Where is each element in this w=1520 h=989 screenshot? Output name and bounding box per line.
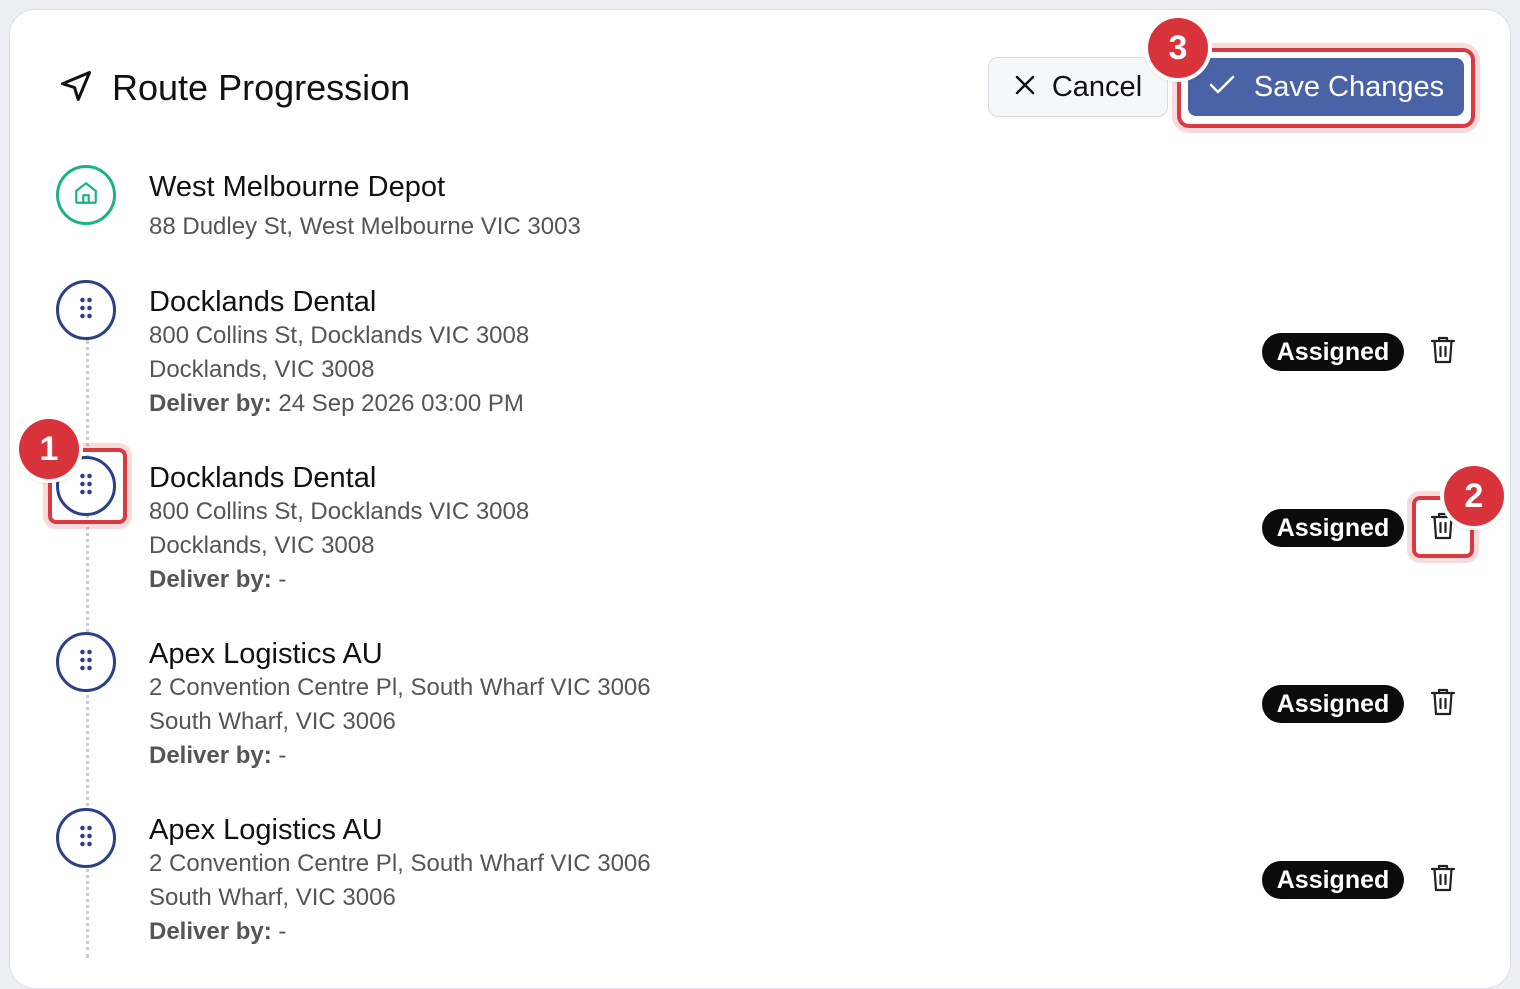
deliver-by-value: - xyxy=(271,566,287,593)
stop-address: 2 Convention Centre Pl, South Wharf VIC … xyxy=(149,674,651,701)
drag-dots-icon xyxy=(79,648,93,677)
stop-deliver-by: Deliver by: 24 Sep 2026 03:00 PM xyxy=(149,387,529,421)
stop-locality: Docklands, VIC 3008 xyxy=(149,532,375,559)
stop-address: 800 Collins St, Docklands VIC 3008 xyxy=(149,498,530,525)
stop-address: 800 Collins St, Docklands VIC 3008 xyxy=(149,322,530,349)
annotation-marker-3: 3 xyxy=(1148,18,1208,78)
drag-dots-icon xyxy=(79,472,93,501)
depot-name: West Melbourne Depot xyxy=(149,171,446,203)
deliver-by-label: Deliver by: xyxy=(149,742,272,769)
drag-handle[interactable] xyxy=(56,280,116,340)
deliver-by-value: 24 Sep 2026 03:00 PM xyxy=(271,390,524,417)
page-title: Route Progression xyxy=(112,67,411,108)
delete-stop-button[interactable] xyxy=(1428,687,1458,721)
annotation-marker-1: 1 xyxy=(19,419,79,479)
home-icon xyxy=(73,180,99,211)
stop-name: Apex Logistics AU xyxy=(149,638,383,670)
stop-locality: South Wharf, VIC 3006 xyxy=(149,884,396,911)
delete-stop-button[interactable] xyxy=(1428,863,1458,897)
status-badge: Assigned xyxy=(1262,861,1404,899)
close-icon xyxy=(1014,71,1036,104)
stop-info: Docklands Dental 800 Collins St, Docklan… xyxy=(149,461,529,597)
trash-icon xyxy=(1430,687,1456,722)
stop-name: Apex Logistics AU xyxy=(149,814,383,846)
status-badge: Assigned xyxy=(1262,333,1404,371)
deliver-by-label: Deliver by: xyxy=(149,918,272,945)
deliver-by-label: Deliver by: xyxy=(149,390,272,417)
stop-info: Docklands Dental 800 Collins St, Docklan… xyxy=(149,285,529,421)
deliver-by-value: - xyxy=(271,918,287,945)
depot-icon-circle xyxy=(56,165,116,225)
stop-deliver-by: Deliver by: - xyxy=(149,915,651,949)
navigation-arrow-icon xyxy=(58,68,94,109)
stop-info: Apex Logistics AU 2 Convention Centre Pl… xyxy=(149,813,651,949)
stop-locality: South Wharf, VIC 3006 xyxy=(149,708,396,735)
drag-dots-icon xyxy=(79,296,93,325)
stop-locality: Docklands, VIC 3008 xyxy=(149,356,375,383)
stop-name: Docklands Dental xyxy=(149,462,377,494)
cancel-button-label: Cancel xyxy=(1051,70,1143,103)
save-button-label: Save Changes xyxy=(1253,70,1445,103)
drag-handle[interactable] xyxy=(56,808,116,868)
annotation-marker-2: 2 xyxy=(1444,466,1504,526)
cancel-button[interactable]: Cancel xyxy=(988,57,1168,117)
trash-icon xyxy=(1430,863,1456,898)
stop-address: 2 Convention Centre Pl, South Wharf VIC … xyxy=(149,850,651,877)
depot-info: West Melbourne Depot 88 Dudley St, West … xyxy=(149,170,581,244)
deliver-by-label: Deliver by: xyxy=(149,566,272,593)
check-icon xyxy=(1208,71,1236,104)
drag-handle[interactable] xyxy=(56,632,116,692)
depot-address: 88 Dudley St, West Melbourne VIC 3003 xyxy=(149,213,581,240)
drag-dots-icon xyxy=(79,824,93,853)
delete-stop-button[interactable] xyxy=(1428,335,1458,369)
stop-deliver-by: Deliver by: - xyxy=(149,739,651,773)
save-changes-button[interactable]: Save Changes xyxy=(1188,58,1464,116)
trash-icon xyxy=(1430,335,1456,370)
stop-info: Apex Logistics AU 2 Convention Centre Pl… xyxy=(149,637,651,773)
stop-name: Docklands Dental xyxy=(149,286,377,318)
stop-deliver-by: Deliver by: - xyxy=(149,563,529,597)
page-header: Route Progression xyxy=(58,66,410,110)
status-badge: Assigned xyxy=(1262,685,1404,723)
status-badge: Assigned xyxy=(1262,509,1404,547)
deliver-by-value: - xyxy=(271,742,287,769)
